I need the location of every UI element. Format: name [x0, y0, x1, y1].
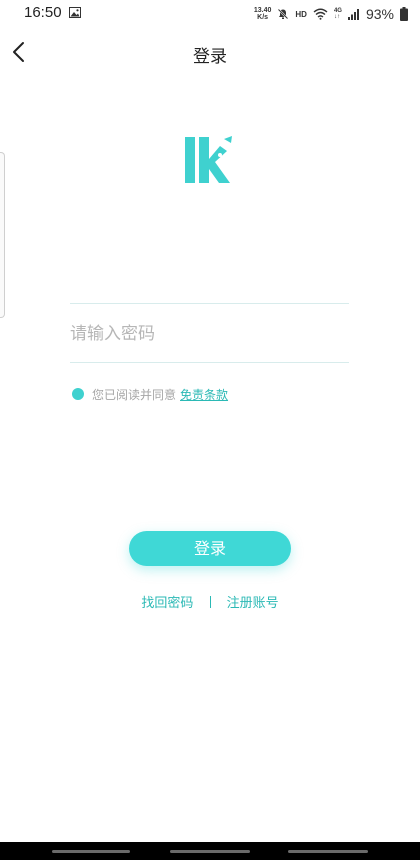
hd-label: HD — [295, 9, 307, 19]
nav-back-button[interactable] — [288, 850, 368, 853]
login-button[interactable]: 登录 — [129, 531, 291, 566]
agreement-row: 您已阅读并同意 免责条款 — [72, 385, 228, 403]
disclaimer-link[interactable]: 免责条款 — [180, 386, 228, 403]
net-speed: 13.40 K/s — [253, 7, 272, 21]
find-password-link[interactable]: 找回密码 — [141, 592, 193, 611]
edge-drawer-handle[interactable] — [0, 152, 5, 318]
password-input[interactable] — [70, 316, 349, 352]
status-time: 16:50 — [24, 4, 62, 21]
mute-icon — [278, 8, 289, 20]
status-bar: 16:50 13.40 K/s HD 4G ↓↑ 93% — [0, 0, 420, 28]
nav-recents-button[interactable] — [52, 850, 130, 853]
agreement-text: 您已阅读并同意 — [92, 387, 177, 402]
app-logo — [185, 136, 232, 183]
image-icon — [69, 7, 81, 18]
link-divider — [209, 595, 211, 608]
page-title: 登录 — [193, 47, 227, 67]
nav-home-button[interactable] — [170, 850, 250, 853]
password-input-underline — [70, 362, 349, 363]
battery-icon — [400, 7, 408, 21]
battery-percentage: 93% — [365, 6, 394, 22]
header: 登录 — [0, 28, 420, 78]
agreement-checkbox[interactable] — [72, 388, 84, 400]
signal-icon — [347, 9, 359, 20]
status-indicators: 13.40 K/s HD 4G ↓↑ 93% — [254, 4, 408, 24]
wifi-icon — [313, 8, 328, 20]
network-type: 4G ↓↑ — [333, 8, 342, 20]
account-input-underline — [70, 303, 349, 304]
auth-links: 找回密码 注册账号 — [0, 592, 420, 611]
register-link[interactable]: 注册账号 — [227, 592, 279, 611]
system-nav-bar — [0, 842, 420, 860]
